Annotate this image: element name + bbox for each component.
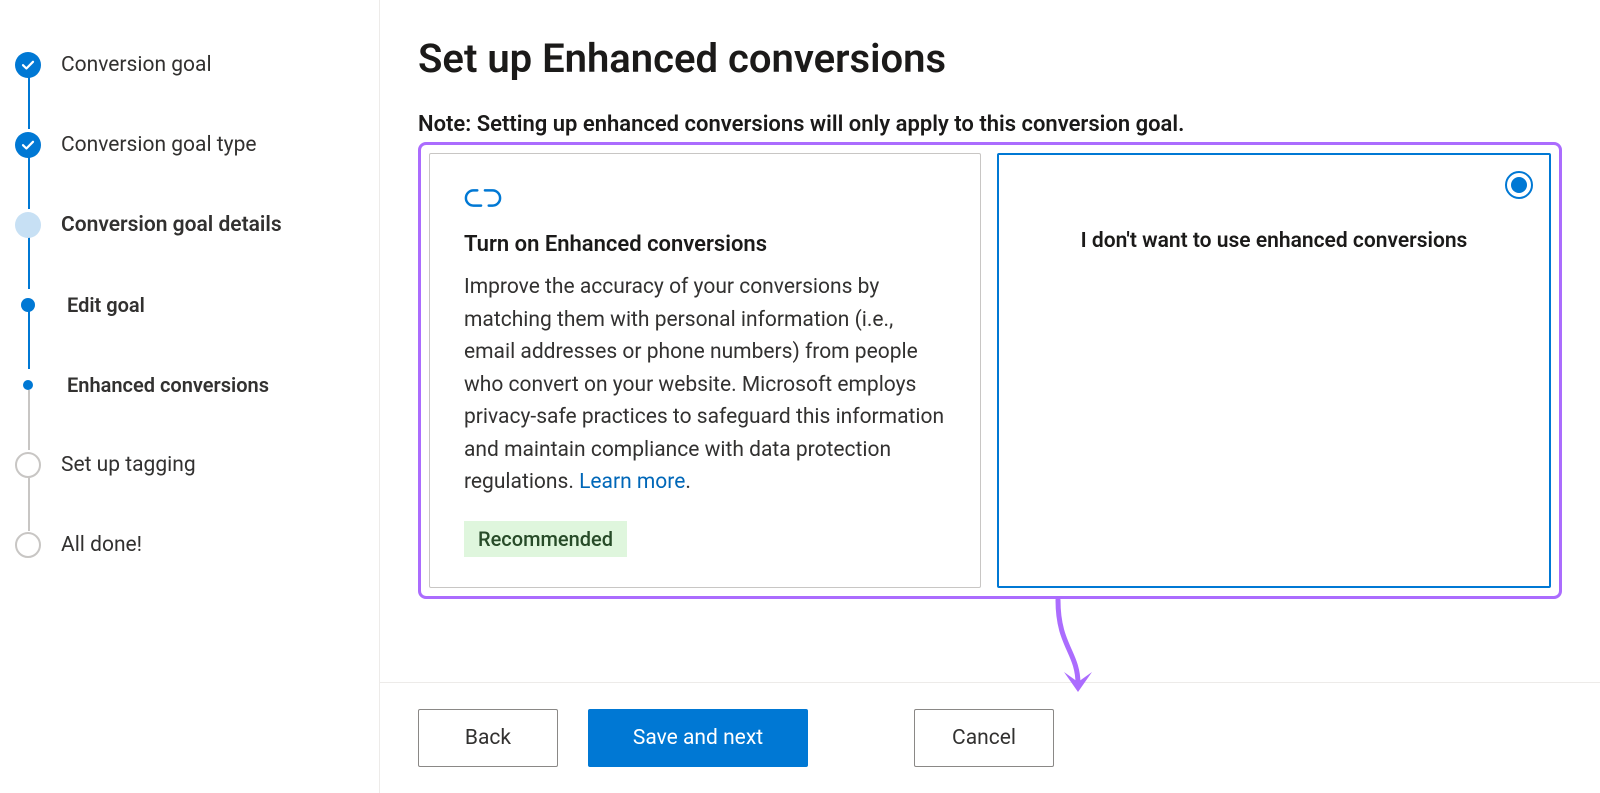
- stepper-connector: [28, 71, 30, 129]
- footer-actions: Back Save and next Cancel: [380, 682, 1600, 793]
- learn-more-link[interactable]: Learn more: [579, 470, 685, 494]
- radio-selected-icon[interactable]: [1505, 171, 1533, 199]
- step-label: Enhanced conversions: [67, 373, 269, 397]
- step-label: Conversion goal: [61, 53, 212, 77]
- save-and-next-button[interactable]: Save and next: [588, 709, 808, 767]
- pending-step-icon: [15, 532, 41, 558]
- current-step-icon: [15, 212, 41, 238]
- cancel-button[interactable]: Cancel: [914, 709, 1054, 767]
- app-root: Conversion goal Conversion goal type Con…: [0, 0, 1600, 793]
- stepper-connector: [28, 151, 30, 209]
- stepper-connector: [28, 309, 30, 369]
- page-title: Set up Enhanced conversions: [418, 35, 1562, 82]
- annotation-highlight-box: Turn on Enhanced conversions Improve the…: [418, 142, 1562, 599]
- recommended-badge: Recommended: [464, 521, 627, 557]
- card-title: Turn on Enhanced conversions: [464, 232, 946, 257]
- page-note: Note: Setting up enhanced conversions wi…: [418, 112, 1562, 137]
- step-label: Edit goal: [67, 293, 145, 317]
- pending-step-icon: [15, 452, 41, 478]
- stepper-connector: [28, 471, 30, 531]
- back-button[interactable]: Back: [418, 709, 558, 767]
- radio-dot-icon: [1511, 177, 1527, 193]
- step-all-done[interactable]: All done!: [15, 525, 379, 565]
- card-turn-on-enhanced[interactable]: Turn on Enhanced conversions Improve the…: [429, 153, 981, 588]
- card-opt-out-enhanced[interactable]: I don't want to use enhanced conversions: [997, 153, 1551, 588]
- step-label: Conversion goal type: [61, 133, 257, 157]
- substep-dot-icon: [23, 380, 33, 390]
- card-description: Improve the accuracy of your conversions…: [464, 271, 946, 499]
- step-label: All done!: [61, 533, 142, 557]
- check-icon: [15, 132, 41, 158]
- main-content: Set up Enhanced conversions Note: Settin…: [380, 0, 1600, 682]
- check-icon: [15, 52, 41, 78]
- period: .: [685, 470, 691, 494]
- step-conversion-goal[interactable]: Conversion goal: [15, 45, 379, 85]
- step-label: Conversion goal details: [61, 213, 282, 237]
- stepper-list: Conversion goal Conversion goal type Con…: [15, 45, 379, 565]
- step-label: Set up tagging: [61, 453, 196, 477]
- stepper-sidebar: Conversion goal Conversion goal type Con…: [0, 0, 380, 793]
- main-panel: Set up Enhanced conversions Note: Settin…: [380, 0, 1600, 793]
- stepper-connector: [28, 390, 30, 450]
- option-cards: Turn on Enhanced conversions Improve the…: [429, 153, 1551, 588]
- step-conversion-goal-type[interactable]: Conversion goal type: [15, 125, 379, 165]
- step-set-up-tagging[interactable]: Set up tagging: [15, 445, 379, 485]
- card-title: I don't want to use enhanced conversions: [1033, 229, 1515, 253]
- substep-dot-icon: [21, 298, 35, 312]
- substep-enhanced-conversions[interactable]: Enhanced conversions: [15, 365, 379, 405]
- substep-edit-goal[interactable]: Edit goal: [15, 285, 379, 325]
- card-description-text: Improve the accuracy of your conversions…: [464, 275, 944, 494]
- link-icon: [464, 184, 946, 216]
- stepper-connector: [28, 231, 30, 289]
- step-conversion-goal-details[interactable]: Conversion goal details: [15, 205, 379, 245]
